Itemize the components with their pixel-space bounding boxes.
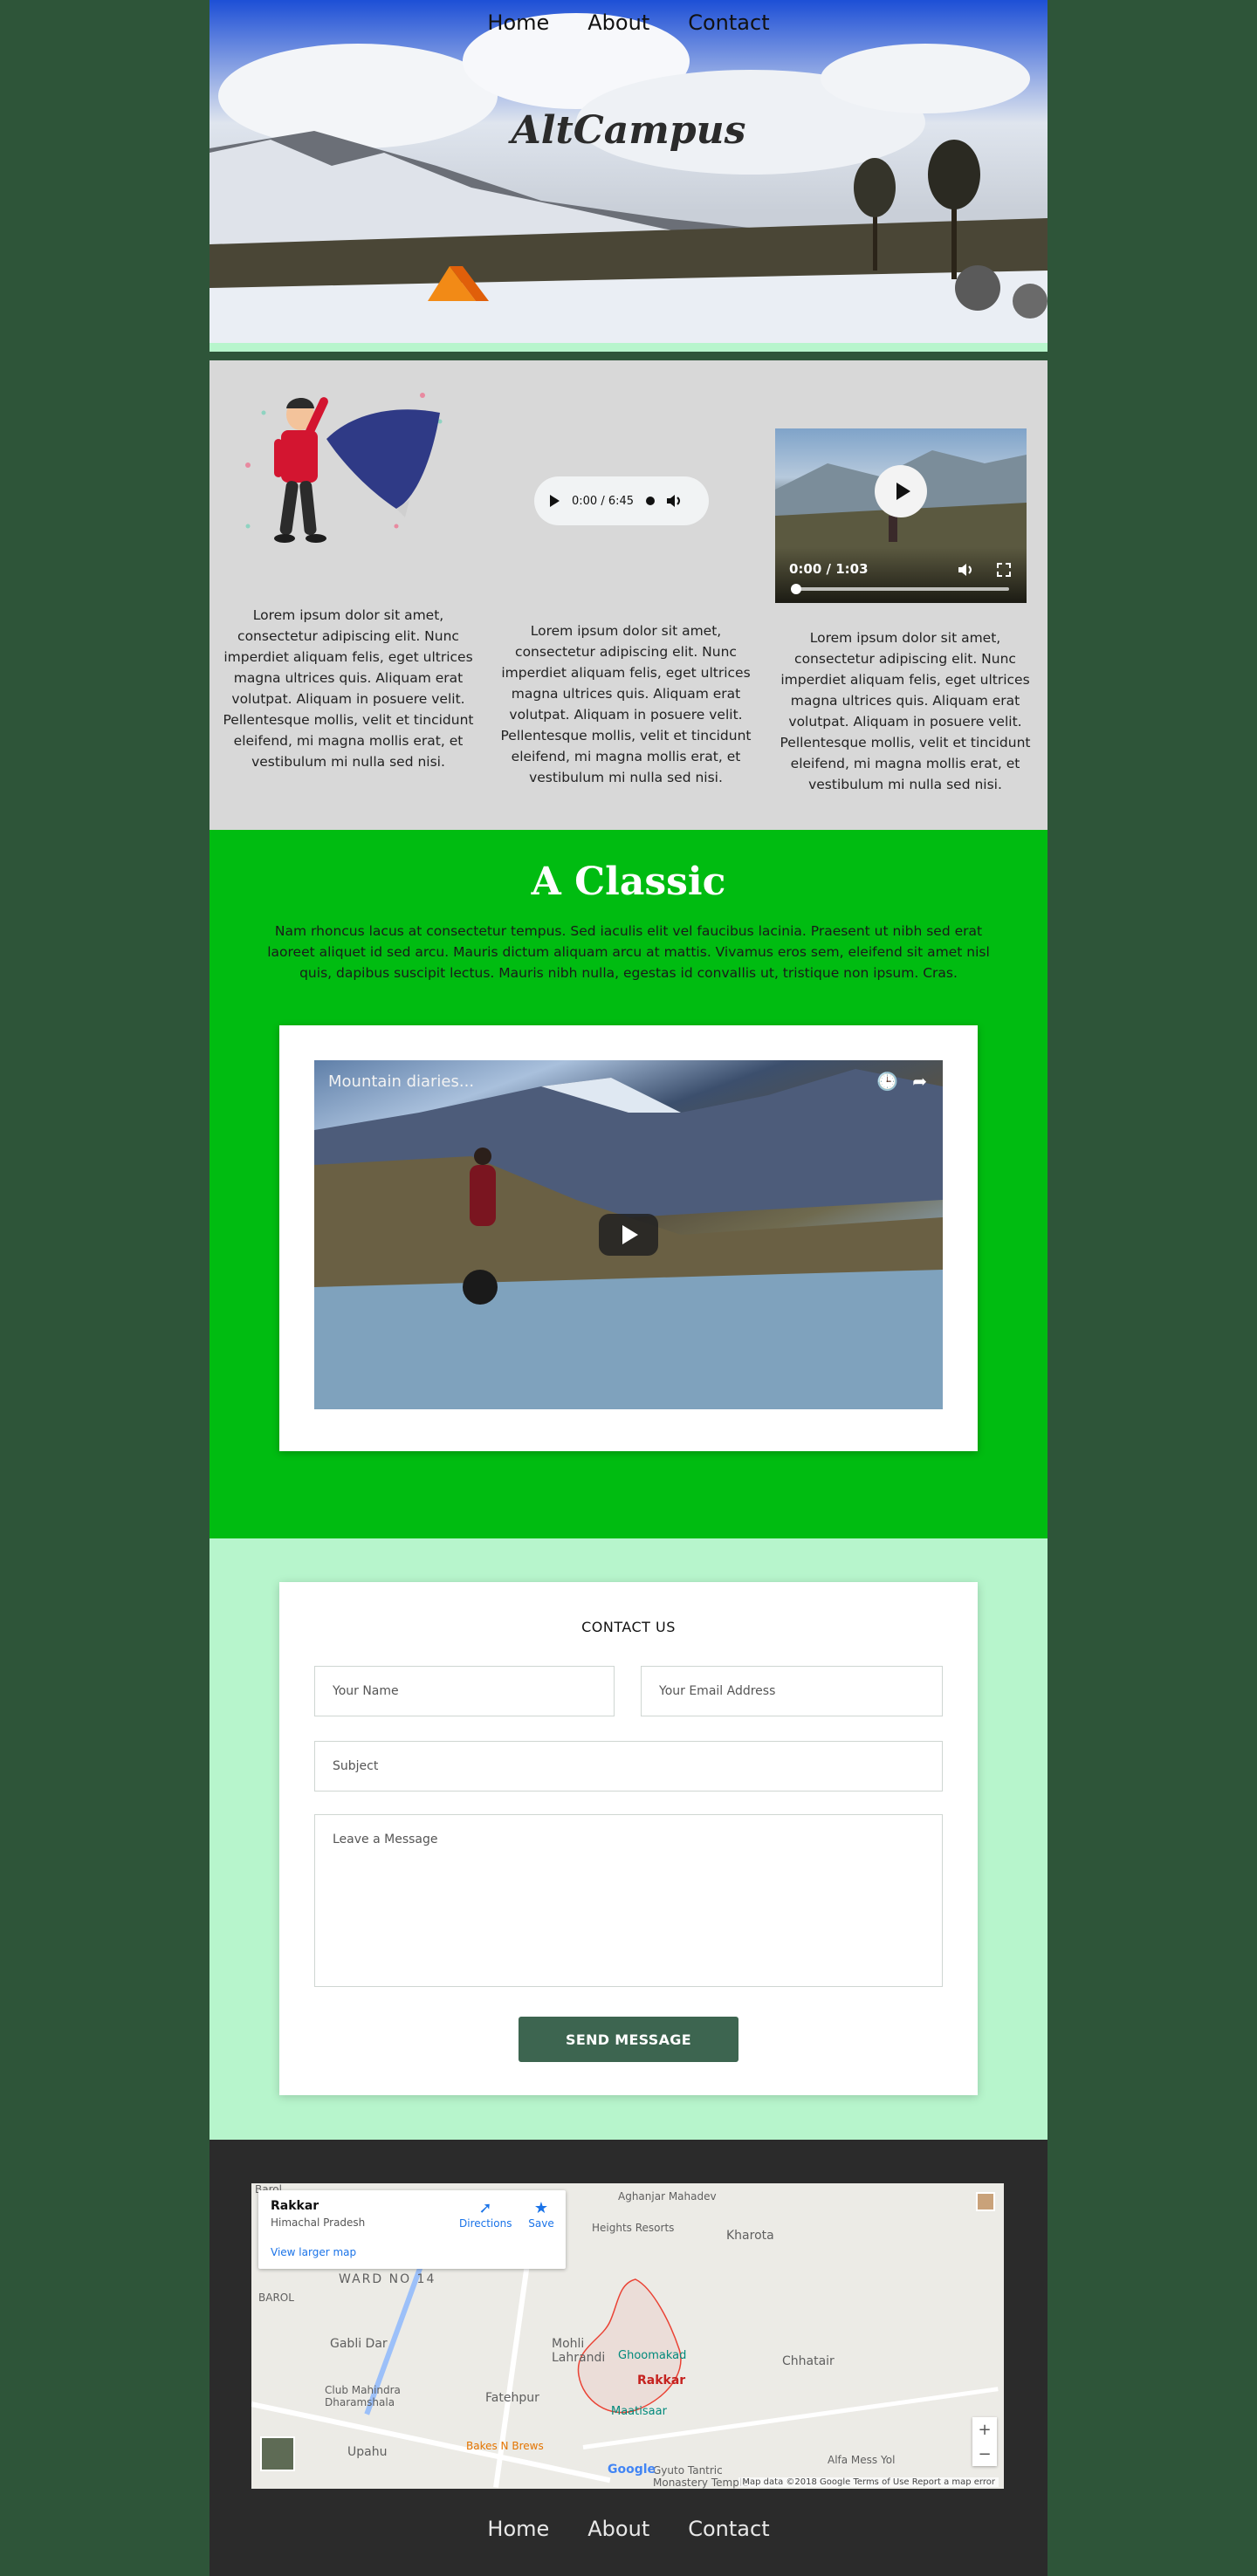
progress-dot-icon[interactable] bbox=[646, 497, 656, 505]
contact-form: CONTACT US Your Name Your Email Address … bbox=[279, 1582, 978, 2095]
zoom-in-icon[interactable]: + bbox=[978, 2421, 991, 2439]
map-attribution[interactable]: Map data ©2018 Google Terms of Use Repor… bbox=[738, 2477, 999, 2487]
footer-nav: Home About Contact bbox=[210, 2517, 1048, 2541]
video-title: Mountain diaries... bbox=[328, 1072, 475, 1091]
map-pin-maatisaar[interactable]: Maatisaar bbox=[611, 2405, 667, 2418]
audio-player[interactable]: 0:00 / 6:45 bbox=[534, 476, 709, 525]
directions-button[interactable]: ➚ Directions bbox=[459, 2199, 512, 2230]
map-pin-ghoomakad[interactable]: Ghoomakad bbox=[618, 2349, 686, 2362]
send-message-button[interactable]: SEND MESSAGE bbox=[519, 2017, 738, 2062]
map-place-name: Rakkar bbox=[271, 2199, 319, 2213]
street-view-icon[interactable] bbox=[976, 2192, 995, 2211]
nav-home-link[interactable]: Home bbox=[487, 10, 549, 35]
footer-home-link[interactable]: Home bbox=[487, 2517, 549, 2541]
volume-icon[interactable] bbox=[958, 563, 974, 577]
map-place-region: Himachal Pradesh bbox=[271, 2216, 366, 2229]
nav-about-link[interactable]: About bbox=[587, 10, 649, 35]
video-progress-knob[interactable] bbox=[791, 584, 801, 594]
classic-section: A Classic Nam rhoncus lacus at consectet… bbox=[210, 830, 1048, 1538]
footer-contact-link[interactable]: Contact bbox=[688, 2517, 769, 2541]
feature-column-2: Lorem ipsum dolor sit amet, consectetur … bbox=[499, 620, 752, 788]
star-icon: ★ bbox=[533, 2199, 549, 2217]
fullscreen-icon[interactable] bbox=[997, 563, 1011, 577]
feature-text-1: Lorem ipsum dolor sit amet, consectetur … bbox=[223, 607, 474, 770]
classic-title: A Classic bbox=[531, 860, 726, 904]
name-input[interactable]: Your Name bbox=[314, 1666, 615, 1716]
feature-column-3: Lorem ipsum dolor sit amet, consectetur … bbox=[779, 627, 1032, 795]
satellite-toggle[interactable] bbox=[260, 2436, 295, 2471]
map-road bbox=[251, 2401, 611, 2484]
watch-later-icon[interactable]: 🕒 bbox=[876, 1071, 898, 1092]
google-logo: Google bbox=[608, 2463, 656, 2477]
features-section: Lorem ipsum dolor sit amet, consectetur … bbox=[210, 360, 1048, 830]
classic-lead-text: Nam rhoncus lacus at consectetur tempus.… bbox=[267, 923, 990, 981]
page: Home About Contact AltCampus Lorem ipsum… bbox=[210, 0, 1048, 2576]
top-nav: Home About Contact bbox=[210, 10, 1048, 35]
zoom-out-icon[interactable]: − bbox=[978, 2445, 991, 2463]
superhero-illustration bbox=[245, 393, 443, 543]
video-controls: 0:00 / 1:03 bbox=[775, 547, 1027, 603]
directions-icon: ➚ bbox=[478, 2199, 492, 2217]
share-icon[interactable]: ➦ bbox=[912, 1071, 927, 1092]
feature-column-1: Lorem ipsum dolor sit amet, consectetur … bbox=[222, 360, 475, 772]
footer-about-link[interactable]: About bbox=[587, 2517, 649, 2541]
hero-banner: Home About Contact AltCampus bbox=[210, 0, 1048, 352]
play-icon[interactable] bbox=[550, 495, 560, 507]
video-progress-bar[interactable] bbox=[793, 587, 1009, 591]
play-button[interactable] bbox=[875, 465, 927, 517]
save-button[interactable]: ★ Save bbox=[520, 2199, 562, 2230]
video-frame: Mountain diaries... 🕒 ➦ bbox=[279, 1025, 978, 1451]
hero-divider bbox=[210, 343, 1048, 352]
subject-input[interactable]: Subject bbox=[314, 1741, 943, 1792]
footer: Barol Aghanjar Mahadev Heights Resorts K… bbox=[210, 2140, 1048, 2576]
view-larger-map-link[interactable]: View larger map bbox=[271, 2246, 356, 2258]
map-place-card: Rakkar Himachal Pradesh View larger map … bbox=[258, 2190, 566, 2269]
contact-heading: CONTACT US bbox=[581, 1619, 676, 1635]
mountain-landscape-image bbox=[210, 0, 1048, 352]
volume-icon[interactable] bbox=[667, 494, 683, 508]
contact-section: CONTACT US Your Name Your Email Address … bbox=[210, 1538, 1048, 2140]
message-textarea[interactable]: Leave a Message bbox=[314, 1814, 943, 1987]
email-input[interactable]: Your Email Address bbox=[641, 1666, 943, 1716]
video-player-small[interactable]: 0:00 / 1:03 bbox=[775, 428, 1027, 603]
video-play-button[interactable] bbox=[599, 1214, 658, 1256]
embedded-map[interactable]: Barol Aghanjar Mahadev Heights Resorts K… bbox=[251, 2183, 1004, 2489]
map-zoom-controls: + − bbox=[972, 2417, 997, 2466]
site-title: AltCampus bbox=[511, 108, 746, 153]
feature-text-2: Lorem ipsum dolor sit amet, consectetur … bbox=[500, 623, 752, 785]
video-top-actions: 🕒 ➦ bbox=[876, 1071, 927, 1092]
embedded-video[interactable]: Mountain diaries... 🕒 ➦ bbox=[314, 1060, 943, 1409]
audio-time: 0:00 / 6:45 bbox=[572, 494, 635, 508]
nav-contact-link[interactable]: Contact bbox=[688, 10, 769, 35]
feature-text-3: Lorem ipsum dolor sit amet, consectetur … bbox=[780, 630, 1031, 792]
video-time: 0:00 / 1:03 bbox=[789, 561, 869, 577]
